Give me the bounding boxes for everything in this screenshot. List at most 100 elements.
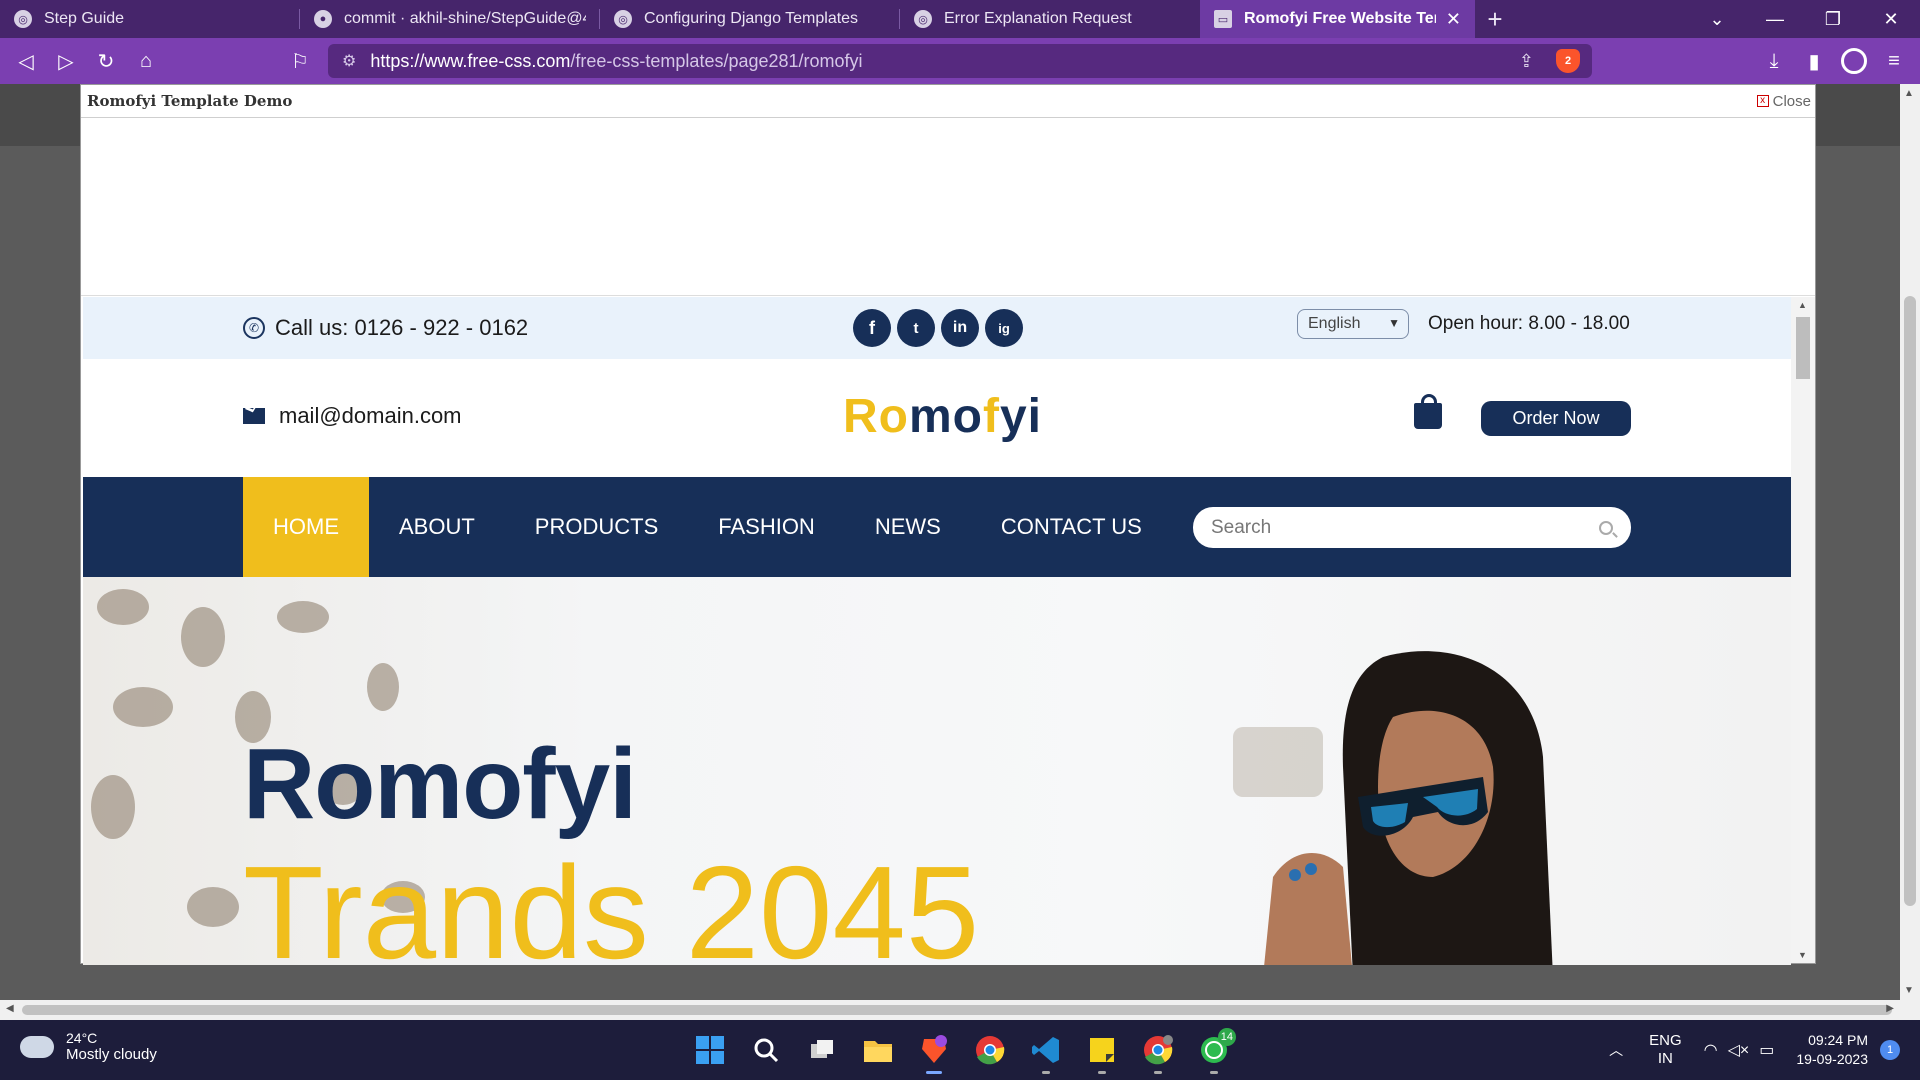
- page-vertical-scrollbar[interactable]: ▲ ▼: [1900, 84, 1920, 1000]
- fashion-model-image: [1233, 651, 1553, 965]
- restore-icon[interactable]: ❐: [1804, 9, 1862, 30]
- sidebar-icon[interactable]: ▮: [1794, 38, 1834, 84]
- toolbar-right: ⤓ ▮ ≡: [1754, 38, 1920, 84]
- site-settings-icon[interactable]: ⚙: [342, 51, 356, 71]
- nav-home[interactable]: HOME: [243, 477, 369, 577]
- nav-fashion[interactable]: FASHION: [688, 477, 845, 577]
- search-icon[interactable]: [1599, 520, 1613, 535]
- caret-down-icon: ▼: [1388, 316, 1400, 330]
- downloads-icon[interactable]: ⤓: [1754, 38, 1794, 84]
- site-logo[interactable]: Romofyi: [843, 389, 1042, 444]
- back-icon[interactable]: ◁: [6, 38, 46, 84]
- task-view-icon[interactable]: [802, 1030, 842, 1070]
- share-icon[interactable]: ⇪: [1519, 51, 1534, 72]
- address-bar[interactable]: ⚙ https://www.free-css.com/free-css-temp…: [328, 44, 1592, 78]
- file-explorer-icon[interactable]: [858, 1030, 898, 1070]
- nav-products[interactable]: PRODUCTS: [505, 477, 688, 577]
- template-demo-modal: Romofyi Template Demo x Close ✆ Call us:…: [80, 84, 1816, 965]
- scroll-corner: [1900, 1000, 1920, 1020]
- whatsapp-icon[interactable]: 14: [1194, 1028, 1236, 1074]
- start-icon[interactable]: [690, 1030, 730, 1070]
- chatgpt-icon: ◎: [914, 10, 932, 28]
- minimize-icon[interactable]: —: [1746, 9, 1804, 30]
- weather-widget[interactable]: 24°C Mostly cloudy: [20, 1025, 157, 1063]
- nav-news[interactable]: NEWS: [845, 477, 971, 577]
- bookmark-icon[interactable]: ⚐: [280, 38, 320, 84]
- home-icon[interactable]: ⌂: [126, 38, 166, 84]
- close-window-icon[interactable]: ✕: [1862, 9, 1920, 30]
- tab-romofyi[interactable]: ▭ Romofyi Free Website Template | ✕: [1200, 0, 1475, 38]
- reload-icon[interactable]: ↻: [86, 38, 126, 84]
- url-host: https://www.free-css.com: [370, 50, 571, 71]
- site-topbar: ✆ Call us: 0126 - 922 - 0162 f t in ig E…: [83, 297, 1791, 359]
- tab-step-guide[interactable]: ◎ Step Guide: [0, 0, 300, 38]
- preview-scrollbar[interactable]: ▲ ▼: [1791, 297, 1815, 963]
- time: 09:24 PM: [1808, 1032, 1868, 1048]
- email-text[interactable]: mail@domain.com: [279, 403, 462, 429]
- scroll-down-icon[interactable]: ▼: [1798, 950, 1807, 960]
- facebook-icon[interactable]: f: [853, 309, 891, 347]
- chrome-icon[interactable]: [970, 1030, 1010, 1070]
- template-preview: ✆ Call us: 0126 - 922 - 0162 f t in ig E…: [83, 297, 1791, 965]
- site-header: mail@domain.com Romofyi Order Now: [83, 359, 1791, 477]
- tab-label: Step Guide: [44, 10, 125, 27]
- shopping-bag-icon[interactable]: [1414, 394, 1442, 429]
- page-icon: ▭: [1214, 10, 1232, 28]
- hero-banner: Romofyi Trands 2045: [83, 577, 1791, 965]
- input-language[interactable]: ENG IN: [1649, 1032, 1682, 1068]
- instagram-icon[interactable]: ig: [985, 309, 1023, 347]
- profile-icon[interactable]: [1834, 38, 1874, 84]
- twitter-icon[interactable]: t: [897, 309, 935, 347]
- wifi-icon: ◠: [1703, 1042, 1718, 1059]
- nav-contact-us[interactable]: CONTACT US: [971, 477, 1172, 577]
- browser-tab-strip: ◎ Step Guide ● commit · akhil-shine/Step…: [0, 0, 1920, 38]
- scroll-left-icon[interactable]: ◀: [6, 1003, 14, 1014]
- scroll-right-icon[interactable]: ▶: [1886, 1003, 1894, 1014]
- scroll-thumb[interactable]: [1796, 317, 1810, 379]
- chevron-up-icon[interactable]: ︿: [1609, 1040, 1623, 1060]
- linkedin-icon[interactable]: in: [941, 309, 979, 347]
- language-select[interactable]: English ▼: [1297, 309, 1409, 339]
- scroll-up-icon[interactable]: ▲: [1904, 88, 1914, 99]
- social-links: f t in ig: [853, 309, 1023, 347]
- nav-about[interactable]: ABOUT: [369, 477, 505, 577]
- scroll-thumb[interactable]: [22, 1005, 1892, 1015]
- new-tab-button[interactable]: +: [1475, 4, 1515, 35]
- forward-icon[interactable]: ▷: [46, 38, 86, 84]
- demo-header: Romofyi Template Demo x Close: [81, 85, 1815, 118]
- nav-list: HOME ABOUT PRODUCTS FASHION NEWS CONTACT…: [243, 477, 1172, 577]
- notification-badge[interactable]: 1: [1880, 1040, 1900, 1060]
- call-text: Call us: 0126 - 922 - 0162: [275, 315, 529, 340]
- order-now-button[interactable]: Order Now: [1481, 401, 1631, 436]
- vscode-icon[interactable]: [1026, 1030, 1066, 1074]
- mute-icon: ◁×: [1727, 1042, 1750, 1059]
- scroll-down-icon[interactable]: ▼: [1904, 985, 1914, 996]
- brave-shield-icon[interactable]: 2: [1556, 49, 1580, 73]
- close-tab-icon[interactable]: ✕: [1446, 9, 1461, 30]
- menu-icon[interactable]: ≡: [1874, 38, 1914, 84]
- demo-close-button[interactable]: x Close: [1756, 93, 1811, 110]
- search-input[interactable]: [1211, 516, 1599, 539]
- scroll-thumb[interactable]: [1904, 296, 1916, 906]
- sticky-notes-icon[interactable]: [1082, 1030, 1122, 1074]
- brave-browser-icon[interactable]: [914, 1030, 954, 1074]
- quick-settings[interactable]: ◠ ◁× ▭: [1704, 1040, 1775, 1060]
- tab-error-explanation[interactable]: ◎ Error Explanation Request: [900, 0, 1200, 38]
- clock[interactable]: 09:24 PM 19-09-2023: [1796, 1031, 1868, 1069]
- page-horizontal-scrollbar[interactable]: ◀ ▶: [0, 1000, 1900, 1020]
- hero-title: Romofyi: [243, 728, 637, 840]
- chrome-profile-icon[interactable]: [1138, 1030, 1178, 1074]
- tab-github-commit[interactable]: ● commit · akhil-shine/StepGuide@4ca7: [300, 0, 600, 38]
- tab-list-chevron-icon[interactable]: ⌄: [1688, 9, 1746, 30]
- chatgpt-icon: ◎: [14, 10, 32, 28]
- whatsapp-badge: 14: [1217, 1028, 1236, 1046]
- tab-configuring-django[interactable]: ◎ Configuring Django Templates: [600, 0, 900, 38]
- tab-label: Error Explanation Request: [944, 10, 1132, 27]
- site-search: [1193, 507, 1631, 548]
- open-hours: Open hour: 8.00 - 18.00: [1428, 313, 1630, 334]
- scroll-up-icon[interactable]: ▲: [1798, 300, 1807, 310]
- language-value: English: [1308, 315, 1361, 332]
- call-info: ✆ Call us: 0126 - 922 - 0162: [243, 315, 528, 341]
- chatgpt-icon: ◎: [614, 10, 632, 28]
- search-icon[interactable]: [746, 1030, 786, 1070]
